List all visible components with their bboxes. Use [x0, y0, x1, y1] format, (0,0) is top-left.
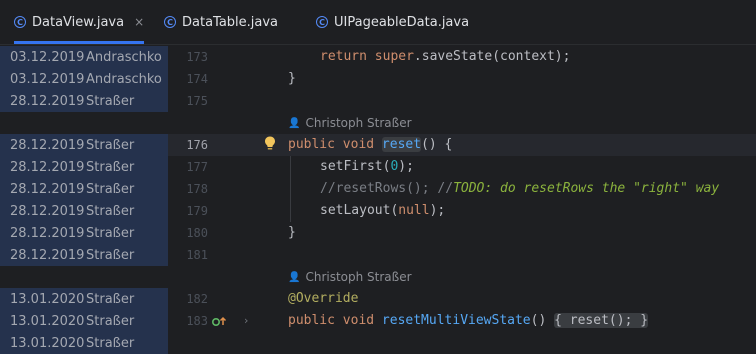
indent-guide [290, 156, 291, 222]
fold-chevron-icon[interactable]: › [244, 310, 248, 332]
close-icon[interactable]: × [134, 15, 144, 29]
tab-datatable[interactable]: C DataTable.java [164, 0, 278, 44]
blame-row[interactable]: 28.12.2019 Straßer [0, 222, 168, 244]
code-line-174[interactable]: } [288, 68, 296, 90]
line-number: 176 [186, 138, 208, 152]
class-c-icon: C [316, 16, 328, 28]
code-line-178[interactable]: //resetRows(); //TODO: do resetRows the … [320, 178, 719, 200]
code-line-173[interactable]: return super.saveState(context); [320, 46, 570, 68]
blame-row[interactable]: 28.12.2019 Straßer [0, 178, 168, 200]
blame-row[interactable]: 13.01.2020 Straßer [0, 332, 168, 354]
lightbulb-icon[interactable] [263, 135, 277, 153]
editor-tab-bar: C DataView.java × C DataTable.java C UIP… [0, 0, 756, 45]
line-number: 178 [186, 182, 208, 196]
blame-row[interactable]: 28.12.2019 Straßer [0, 134, 168, 156]
code-line-183[interactable]: public void resetMultiViewState() { rese… [288, 310, 649, 332]
code-line-177[interactable]: setFirst(0); [320, 156, 414, 178]
blame-row[interactable]: 03.12.2019 Andraschko [0, 46, 168, 68]
tab-uipageabledata[interactable]: C UIPageableData.java [316, 0, 469, 44]
line-number: 180 [186, 226, 208, 240]
tab-label: DataView.java [32, 14, 125, 30]
line-number: 173 [186, 50, 208, 64]
blame-row[interactable]: 28.12.2019 Straßer [0, 244, 168, 266]
code-line-176[interactable]: public void reset() { [288, 134, 452, 156]
folded-region[interactable]: { reset(); } [554, 313, 649, 328]
line-number: 175 [186, 94, 208, 108]
class-c-icon: C [14, 16, 26, 28]
line-number: 182 [186, 292, 208, 306]
line-number: 177 [186, 160, 208, 174]
code-vision-author[interactable]: 👤 Christoph Straßer [288, 112, 412, 134]
blame-row[interactable]: 28.12.2019 Straßer [0, 200, 168, 222]
code-line-182[interactable]: @Override [288, 288, 358, 310]
class-c-icon: C [164, 16, 176, 28]
person-icon: 👤 [288, 117, 301, 129]
code-line-180[interactable]: } [288, 222, 296, 244]
blame-row[interactable]: 03.12.2019 Andraschko [0, 68, 168, 90]
line-number: 174 [186, 72, 208, 86]
person-icon: 👤 [288, 271, 301, 283]
code-line-179[interactable]: setLayout(null); [320, 200, 445, 222]
line-number: 183 [186, 314, 208, 328]
blame-row[interactable]: 28.12.2019 Straßer [0, 90, 168, 112]
override-method-icon[interactable] [211, 315, 227, 327]
line-number: 179 [186, 204, 208, 218]
blame-row[interactable]: 28.12.2019 Straßer [0, 156, 168, 178]
tab-label: DataTable.java [182, 14, 279, 30]
tab-label: UIPageableData.java [334, 14, 470, 30]
blame-row[interactable]: 13.01.2020 Straßer [0, 310, 168, 332]
code-vision-author[interactable]: 👤 Christoph Straßer [288, 266, 412, 288]
override-marker[interactable] [211, 310, 227, 332]
tab-dataview[interactable]: C DataView.java × [14, 0, 145, 44]
blame-row[interactable]: 13.01.2020 Straßer [0, 288, 168, 310]
line-number: 181 [186, 248, 208, 262]
